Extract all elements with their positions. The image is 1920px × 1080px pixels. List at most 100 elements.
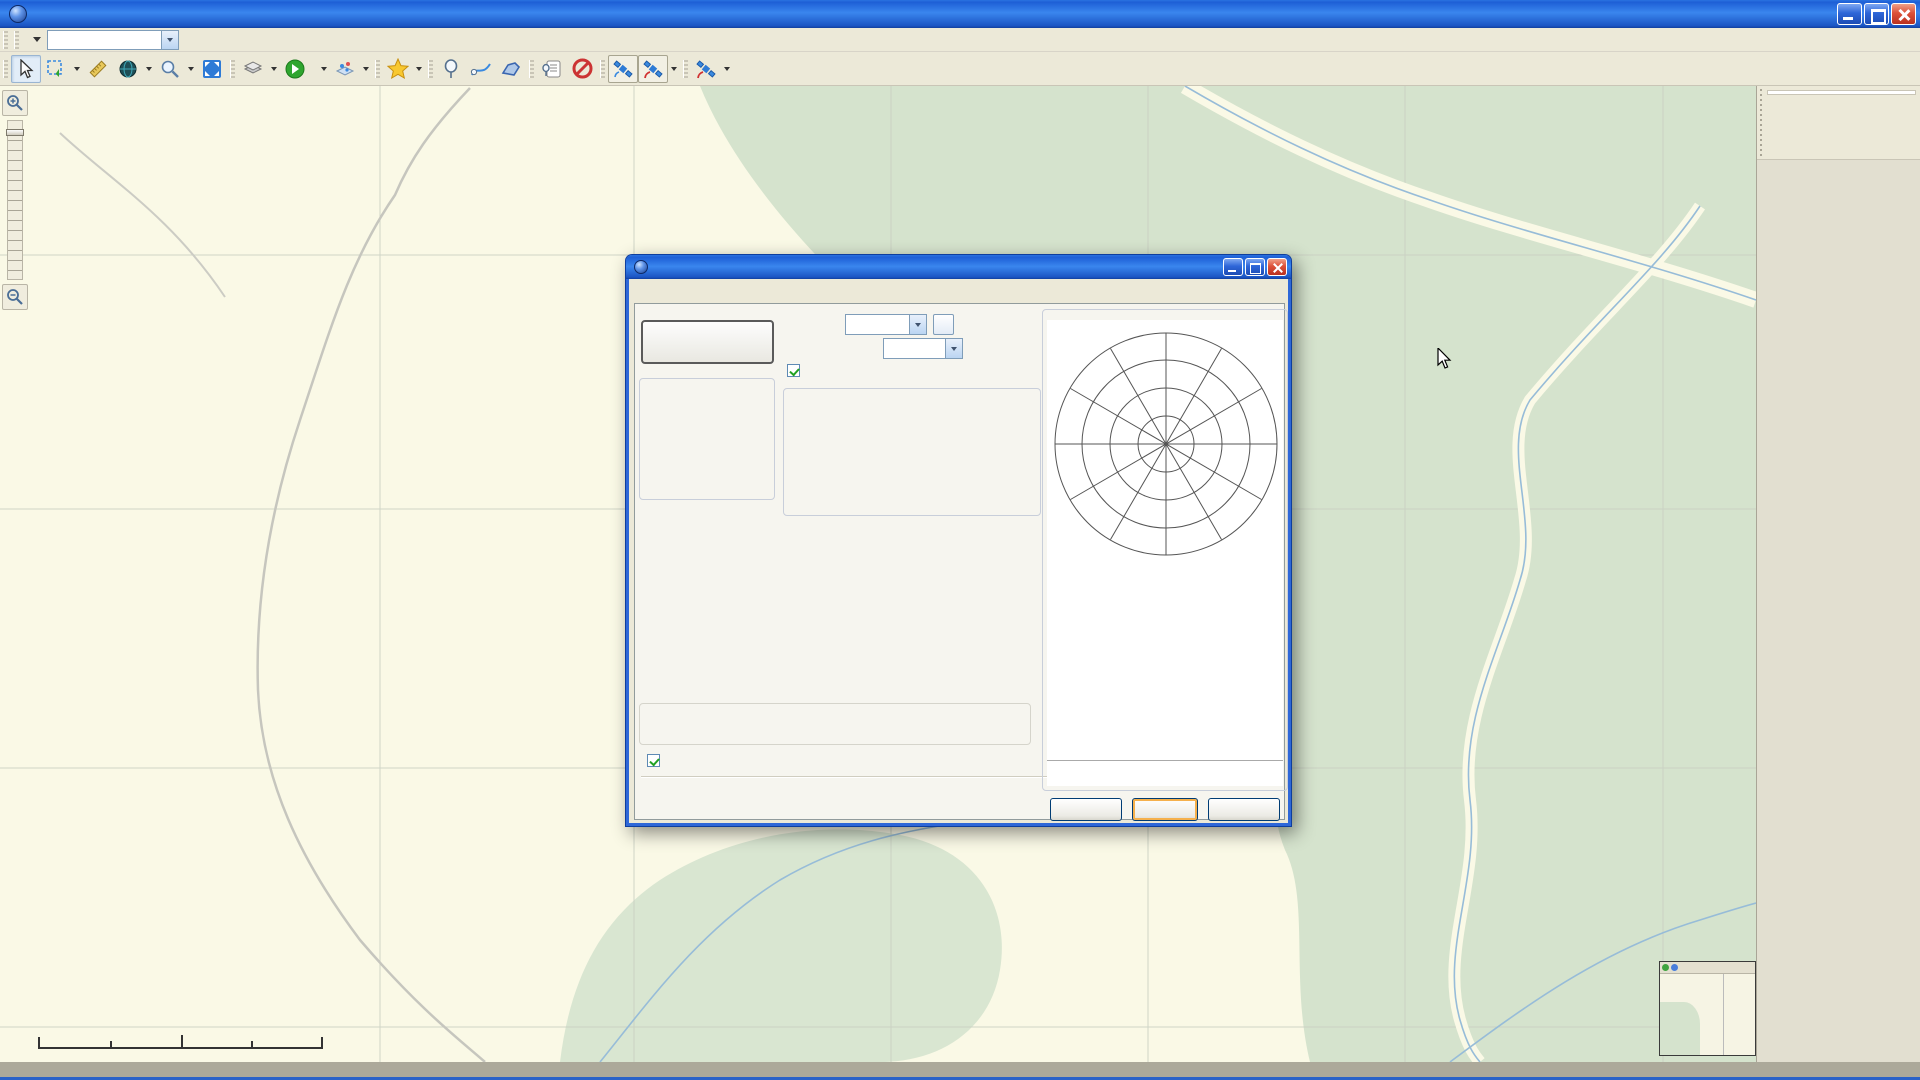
satellites-panel xyxy=(1047,320,1283,786)
toolbar-grip-7[interactable] xyxy=(683,60,688,78)
dialog-restore-button[interactable] xyxy=(1245,258,1265,276)
map-type-icon-button[interactable] xyxy=(280,55,310,83)
magnifier-plus-icon xyxy=(6,94,24,112)
zoom-slider[interactable] xyxy=(7,120,23,280)
autosave-groupbox xyxy=(639,703,1031,745)
gps-toggle-button[interactable] xyxy=(641,320,774,364)
star-icon xyxy=(387,58,409,79)
chevron-down-icon[interactable] xyxy=(909,315,926,334)
gps-type-groupbox xyxy=(639,378,775,500)
satellite-track-icon xyxy=(695,58,717,80)
signal-levels-section[interactable] xyxy=(1757,86,1920,160)
map-type-dropdown[interactable] xyxy=(318,55,330,83)
zoom-slider-handle[interactable] xyxy=(6,129,24,136)
dialog-close-button[interactable] xyxy=(1267,258,1287,276)
placemark-manager-button[interactable] xyxy=(537,55,567,83)
zoom-out-button[interactable] xyxy=(2,284,28,310)
pointer-icon xyxy=(17,59,35,79)
window-close-button[interactable] xyxy=(1891,3,1916,25)
apply-button[interactable] xyxy=(1050,798,1122,821)
gps-disconnect-dropdown[interactable] xyxy=(668,55,680,83)
map-source-dropdown[interactable] xyxy=(22,34,47,45)
ruler-tool-button[interactable] xyxy=(83,55,113,83)
add-path-button[interactable] xyxy=(466,55,496,83)
toolbar-grip-6[interactable] xyxy=(600,60,605,78)
menubar-grip-2[interactable] xyxy=(14,31,19,49)
overview-green-icon[interactable] xyxy=(1662,964,1669,971)
autodetect-groupbox xyxy=(783,388,1041,516)
zoom-controls xyxy=(2,90,30,314)
gps-track-dropdown[interactable] xyxy=(721,55,733,83)
autoshow-sensors-checkbox[interactable] xyxy=(647,754,666,767)
toolbar-grip-5[interactable] xyxy=(529,60,534,78)
gps-connect-button[interactable] xyxy=(608,55,638,83)
ban-icon xyxy=(572,58,593,79)
settings-dialog[interactable] xyxy=(625,254,1292,827)
dialog-minimize-button[interactable] xyxy=(1223,258,1243,276)
cache-source-button[interactable] xyxy=(238,55,268,83)
window-minimize-button[interactable] xyxy=(1837,3,1862,25)
road-path xyxy=(258,88,485,1062)
combobox-arrow-button[interactable] xyxy=(161,31,178,49)
cancel-button[interactable] xyxy=(1208,798,1280,821)
overview-blue-icon[interactable] xyxy=(1671,964,1678,971)
baud-combo[interactable] xyxy=(883,338,963,359)
map-scale-bar xyxy=(38,1022,323,1049)
layers-box-icon xyxy=(243,60,263,78)
toolbar-grip-2[interactable] xyxy=(230,60,235,78)
dialog-icon xyxy=(634,260,648,274)
add-placemark-button[interactable] xyxy=(436,55,466,83)
gps-disconnect-button[interactable] xyxy=(638,55,668,83)
cache-source-dropdown[interactable] xyxy=(268,55,280,83)
selection-tool-button[interactable] xyxy=(41,55,71,83)
checkbox-icon xyxy=(787,364,800,377)
overview-map-body[interactable] xyxy=(1660,974,1755,1055)
pointer-tool-button[interactable] xyxy=(11,55,41,83)
placemark-list-icon xyxy=(542,59,562,79)
zoom-in-button[interactable] xyxy=(2,90,28,116)
favorites-dropdown[interactable] xyxy=(413,55,425,83)
chevron-down-icon[interactable] xyxy=(945,339,962,358)
globe-tool-button[interactable] xyxy=(113,55,143,83)
com-port-combo[interactable] xyxy=(845,314,927,335)
menubar-grip[interactable] xyxy=(3,31,8,49)
polar-grid xyxy=(1054,332,1278,556)
com-port-value xyxy=(846,315,909,334)
toolbar-grip-3[interactable] xyxy=(375,60,380,78)
layers-dropdown[interactable] xyxy=(360,55,372,83)
legend-separator xyxy=(1047,760,1283,761)
fullscreen-button[interactable] xyxy=(197,55,227,83)
baud-value xyxy=(884,339,945,358)
satellite-icon xyxy=(612,58,634,80)
satellites-groupbox xyxy=(1042,309,1288,791)
search-combobox[interactable] xyxy=(47,30,179,50)
placemark-pin-icon xyxy=(443,59,459,79)
selection-tool-dropdown[interactable] xyxy=(71,55,83,83)
path-line-icon xyxy=(470,59,492,79)
search-tool-dropdown[interactable] xyxy=(185,55,197,83)
autodetect-on-connect-checkbox[interactable] xyxy=(787,364,806,377)
layers-stars-icon xyxy=(335,59,355,79)
overview-forest-patch xyxy=(1660,1002,1700,1055)
window-restore-button[interactable] xyxy=(1864,3,1889,25)
gps-track-button[interactable] xyxy=(691,55,721,83)
dialog-titlebar[interactable] xyxy=(626,255,1291,279)
toolbar-grip-1[interactable] xyxy=(3,60,8,78)
favorites-button[interactable] xyxy=(383,55,413,83)
overview-map-window[interactable] xyxy=(1659,961,1756,1056)
selection-rect-icon xyxy=(46,59,66,79)
road-path-2 xyxy=(60,133,225,297)
com-port-help-button[interactable] xyxy=(933,314,954,335)
fullscreen-icon xyxy=(202,59,222,79)
add-polygon-button[interactable] xyxy=(496,55,526,83)
window-titlebar[interactable] xyxy=(0,0,1920,28)
mouse-cursor xyxy=(1437,348,1457,373)
toolbar-grip-4[interactable] xyxy=(428,60,433,78)
layers-button[interactable] xyxy=(330,55,360,83)
ok-button[interactable] xyxy=(1132,798,1198,821)
overview-map-titlebar[interactable] xyxy=(1660,962,1755,974)
globe-tool-dropdown[interactable] xyxy=(143,55,155,83)
hide-marks-button[interactable] xyxy=(567,55,597,83)
gps-sensors-sidebar xyxy=(1756,86,1920,1062)
search-tool-button[interactable] xyxy=(155,55,185,83)
